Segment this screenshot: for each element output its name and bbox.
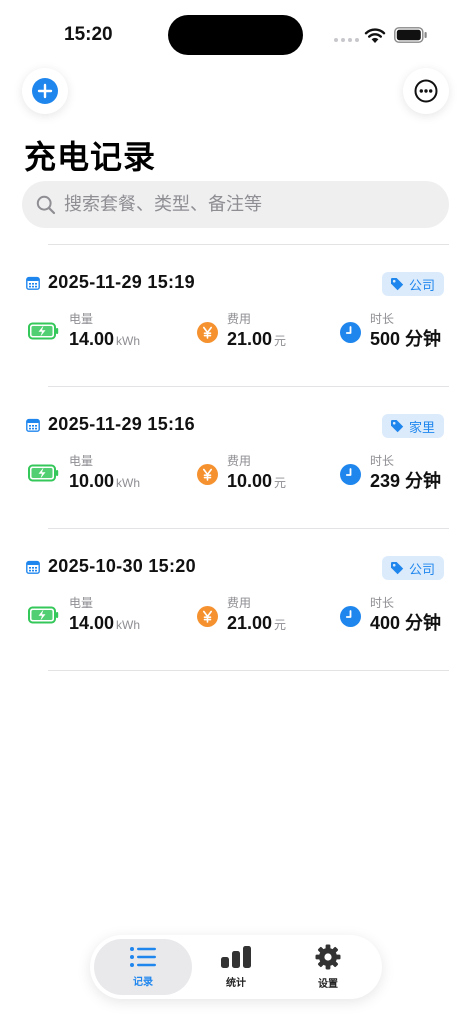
search-input[interactable] bbox=[64, 194, 424, 215]
cost-value: 21.00 bbox=[227, 329, 273, 349]
clock-icon bbox=[340, 322, 361, 343]
duration-metric: 时长 239 分钟 bbox=[340, 454, 441, 493]
tag-icon bbox=[391, 420, 404, 433]
duration-value: 500 分钟 bbox=[370, 329, 442, 349]
record-date-row: 2025-10-30 15:20 bbox=[26, 556, 196, 577]
cost-label: 费用 bbox=[227, 596, 252, 610]
battery-charging-icon bbox=[28, 606, 59, 624]
record-tag: 家里 bbox=[382, 414, 445, 438]
clock-icon bbox=[340, 464, 361, 485]
tab-settings-label: 设置 bbox=[318, 979, 338, 990]
cost-unit: 元 bbox=[274, 334, 287, 348]
energy-unit: kWh bbox=[116, 476, 141, 490]
calendar-icon bbox=[26, 276, 40, 290]
duration-label: 时长 bbox=[370, 596, 395, 610]
cost-metric: 费用 10.00 元 bbox=[197, 454, 286, 495]
energy-metric: 电量 10.00 kWh bbox=[28, 454, 140, 495]
record-item[interactable]: 2025-11-29 15:19 公司 电量 14.00 kWh 费用 21.0… bbox=[0, 244, 471, 386]
tab-records[interactable]: 记录 bbox=[94, 939, 192, 995]
record-item[interactable]: 2025-10-30 15:20 公司 电量 14.00 kWh 费用 21.0… bbox=[0, 528, 471, 670]
duration-value: 400 分钟 bbox=[370, 613, 442, 633]
clock-icon bbox=[340, 606, 361, 627]
calendar-icon bbox=[26, 560, 40, 574]
record-tag-label: 公司 bbox=[409, 277, 436, 293]
gear-icon bbox=[315, 944, 341, 970]
list-icon bbox=[130, 947, 156, 967]
cost-unit: 元 bbox=[274, 618, 287, 632]
tab-stats-label: 统计 bbox=[226, 978, 246, 989]
cost-metric: 费用 21.00 元 bbox=[197, 596, 286, 637]
energy-metric: 电量 14.00 kWh bbox=[28, 312, 140, 353]
ellipsis-circle-icon bbox=[414, 79, 438, 103]
energy-label: 电量 bbox=[69, 454, 94, 468]
duration-value: 239 分钟 bbox=[370, 471, 442, 491]
more-options-button[interactable] bbox=[403, 68, 449, 114]
wifi-icon bbox=[364, 28, 386, 43]
yen-circle-icon bbox=[197, 606, 218, 627]
battery-icon bbox=[394, 27, 427, 43]
energy-label: 电量 bbox=[69, 312, 94, 326]
plus-circle-icon bbox=[32, 78, 58, 104]
tag-icon bbox=[391, 278, 404, 291]
cost-unit: 元 bbox=[274, 476, 287, 490]
duration-label: 时长 bbox=[370, 312, 395, 326]
record-tag-label: 家里 bbox=[409, 419, 436, 435]
cost-metric: 费用 21.00 元 bbox=[197, 312, 286, 353]
tab-records-label: 记录 bbox=[133, 977, 153, 988]
duration-metric: 时长 500 分钟 bbox=[340, 312, 441, 351]
cost-value: 10.00 bbox=[227, 471, 273, 491]
record-date-row: 2025-11-29 15:16 bbox=[26, 414, 195, 435]
dynamic-island bbox=[168, 15, 303, 55]
page-title: 充电记录 bbox=[24, 139, 157, 175]
tab-stats[interactable]: 统计 bbox=[187, 939, 285, 995]
record-datetime: 2025-11-29 15:16 bbox=[48, 414, 195, 434]
record-tag: 公司 bbox=[382, 272, 445, 296]
calendar-icon bbox=[26, 418, 40, 432]
duration-label: 时长 bbox=[370, 454, 395, 468]
battery-charging-icon bbox=[28, 322, 59, 340]
energy-unit: kWh bbox=[116, 334, 141, 348]
status-time: 15:20 bbox=[64, 24, 113, 45]
record-item[interactable]: 2025-11-29 15:16 家里 电量 10.00 kWh 费用 10.0… bbox=[0, 386, 471, 528]
cellular-signal-icon bbox=[334, 38, 359, 42]
search-icon bbox=[36, 195, 56, 214]
tag-icon bbox=[391, 562, 404, 575]
energy-value: 14.00 bbox=[69, 329, 115, 349]
record-datetime: 2025-11-29 15:19 bbox=[48, 272, 195, 292]
cost-label: 费用 bbox=[227, 312, 252, 326]
energy-metric: 电量 14.00 kWh bbox=[28, 596, 140, 637]
energy-unit: kWh bbox=[116, 618, 141, 632]
energy-label: 电量 bbox=[69, 596, 94, 610]
yen-circle-icon bbox=[197, 464, 218, 485]
status-bar: 15:20 bbox=[0, 0, 471, 60]
record-date-row: 2025-11-29 15:19 bbox=[26, 272, 195, 293]
add-record-button[interactable] bbox=[22, 68, 68, 114]
cost-label: 费用 bbox=[227, 454, 252, 468]
record-datetime: 2025-10-30 15:20 bbox=[48, 556, 196, 576]
tab-settings[interactable]: 设置 bbox=[279, 939, 377, 995]
divider bbox=[48, 670, 449, 671]
search-bar[interactable] bbox=[22, 181, 449, 228]
energy-value: 10.00 bbox=[69, 471, 115, 491]
bar-chart-icon bbox=[221, 946, 251, 968]
tab-bar: 记录 统计 设置 bbox=[90, 935, 382, 999]
duration-metric: 时长 400 分钟 bbox=[340, 596, 441, 635]
record-tag: 公司 bbox=[382, 556, 445, 580]
yen-circle-icon bbox=[197, 322, 218, 343]
battery-charging-icon bbox=[28, 464, 59, 482]
record-tag-label: 公司 bbox=[409, 561, 436, 577]
cost-value: 21.00 bbox=[227, 613, 273, 633]
energy-value: 14.00 bbox=[69, 613, 115, 633]
